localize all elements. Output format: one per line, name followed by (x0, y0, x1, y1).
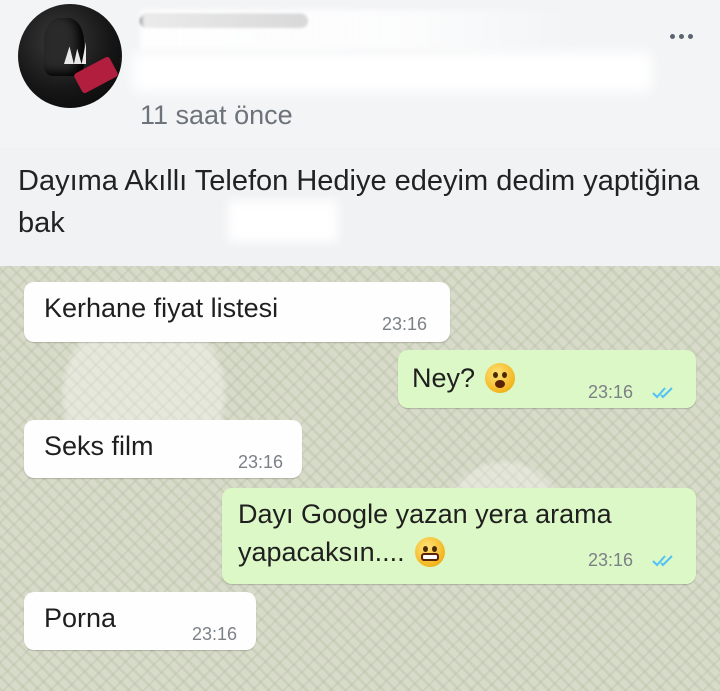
chat-message-outgoing: Dayı Google yazan yera arama yapacaksın.… (222, 488, 696, 584)
message-time: 23:16 (588, 550, 634, 570)
redacted-caption-region (228, 200, 338, 242)
avatar[interactable] (18, 4, 122, 108)
message-text: Ney? (412, 360, 516, 396)
chat-message-incoming: Seks film 23:16 (24, 420, 302, 478)
message-text-line-2: yapacaksın.... (238, 534, 445, 570)
message-text: Porna (44, 603, 117, 633)
message-text: Seks film (44, 431, 154, 461)
message-time: 23:16 (382, 314, 428, 334)
message-time: 23:16 (192, 624, 238, 644)
read-receipt-icon (652, 555, 673, 567)
chat-message-incoming: Porna 23:16 (24, 592, 256, 650)
message-text-content: yapacaksın.... (238, 537, 405, 567)
shocked-face-icon (485, 363, 516, 393)
more-options-icon[interactable] (670, 30, 698, 42)
avatar-figure (44, 18, 84, 76)
post-header: 11 saat önce (0, 0, 720, 148)
chat-message-incoming: Kerhane fiyat listesi 23:16 (24, 282, 450, 342)
message-time: 23:16 (588, 382, 634, 402)
message-text-line-1: Dayı Google yazan yera arama (238, 499, 612, 529)
message-text: Kerhane fiyat listesi (44, 293, 279, 323)
post-caption: Dayıma Akıllı Telefon Hediye edeyim dedi… (18, 165, 700, 239)
redacted-region (132, 52, 652, 92)
message-text-content: Ney? (412, 363, 476, 393)
read-receipt-icon (652, 387, 673, 399)
redacted-username[interactable] (140, 10, 580, 50)
chat-screenshot: Kerhane fiyat listesi 23:16 Ney? 23:16 S… (0, 266, 720, 691)
message-time: 23:16 (238, 452, 284, 472)
chat-message-outgoing: Ney? 23:16 (398, 350, 696, 408)
grimacing-face-icon (414, 537, 445, 567)
post-timestamp[interactable]: 11 saat önce (140, 100, 293, 131)
